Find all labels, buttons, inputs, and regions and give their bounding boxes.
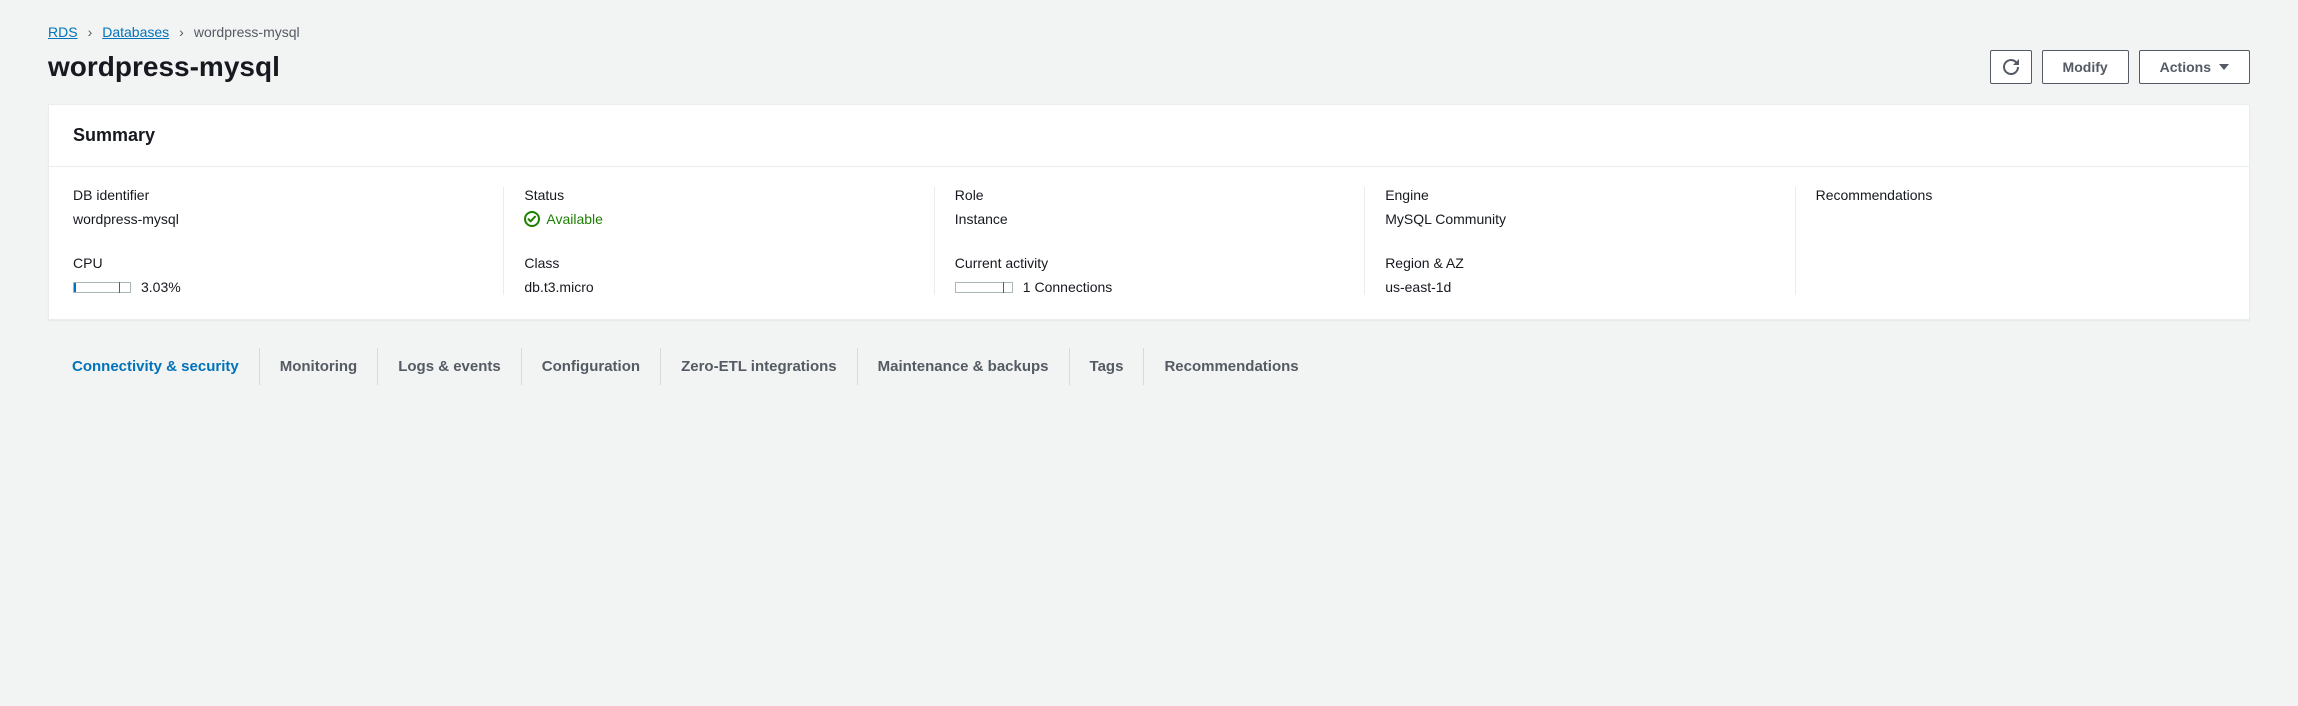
label-role: Role — [955, 187, 1344, 203]
status-badge: Available — [524, 211, 913, 227]
activity-warn-tick — [1003, 282, 1004, 293]
field-region-az: Region & AZ us-east-1d — [1385, 255, 1774, 295]
tab-tags[interactable]: Tags — [1070, 348, 1145, 385]
summary-col-identifier: DB identifier wordpress-mysql CPU 3.03% — [73, 187, 503, 295]
cpu-meter-row: 3.03% — [73, 279, 483, 295]
tab-recommendations[interactable]: Recommendations — [1144, 348, 1318, 385]
check-circle-icon — [524, 211, 540, 227]
field-role: Role Instance — [955, 187, 1344, 227]
actions-dropdown-button[interactable]: Actions — [2139, 50, 2250, 84]
summary-panel: Summary DB identifier wordpress-mysql CP… — [48, 104, 2250, 320]
cpu-meter-fill — [74, 283, 76, 292]
refresh-button[interactable] — [1990, 50, 2032, 84]
tab-maintenance-backups[interactable]: Maintenance & backups — [858, 348, 1070, 385]
cpu-warn-tick — [119, 282, 120, 293]
tab-connectivity-security[interactable]: Connectivity & security — [72, 348, 260, 385]
refresh-icon — [2003, 59, 2019, 75]
tab-configuration[interactable]: Configuration — [522, 348, 661, 385]
label-status: Status — [524, 187, 913, 203]
field-class: Class db.t3.micro — [524, 255, 913, 295]
field-recommendations: Recommendations — [1816, 187, 2205, 203]
label-region-az: Region & AZ — [1385, 255, 1774, 271]
modify-button[interactable]: Modify — [2042, 50, 2129, 84]
value-db-identifier: wordpress-mysql — [73, 211, 483, 227]
value-cpu: 3.03% — [141, 279, 181, 295]
field-engine: Engine MySQL Community — [1385, 187, 1774, 227]
summary-col-recommendations: Recommendations — [1795, 187, 2225, 295]
caret-down-icon — [2219, 64, 2229, 70]
value-role: Instance — [955, 211, 1344, 227]
value-current-activity: 1 Connections — [1023, 279, 1113, 295]
value-class: db.t3.micro — [524, 279, 913, 295]
label-recommendations: Recommendations — [1816, 187, 2205, 203]
tab-monitoring[interactable]: Monitoring — [260, 348, 378, 385]
label-class: Class — [524, 255, 913, 271]
summary-heading: Summary — [73, 125, 2225, 146]
field-status: Status Available — [524, 187, 913, 227]
tab-zero-etl[interactable]: Zero-ETL integrations — [661, 348, 858, 385]
breadcrumb-parent-link[interactable]: Databases — [102, 24, 169, 40]
summary-col-status: Status Available Class db.t3.micro — [503, 187, 933, 295]
summary-grid: DB identifier wordpress-mysql CPU 3.03% … — [49, 167, 2249, 319]
tab-logs-events[interactable]: Logs & events — [378, 348, 522, 385]
tabs: Connectivity & security Monitoring Logs … — [48, 348, 2250, 385]
page-header: wordpress-mysql Modify Actions — [48, 50, 2250, 84]
label-engine: Engine — [1385, 187, 1774, 203]
summary-panel-header: Summary — [49, 105, 2249, 167]
activity-meter — [955, 282, 1013, 293]
activity-meter-row: 1 Connections — [955, 279, 1344, 295]
breadcrumb: RDS › Databases › wordpress-mysql — [48, 24, 2250, 40]
chevron-right-icon: › — [88, 24, 93, 40]
field-db-identifier: DB identifier wordpress-mysql — [73, 187, 483, 227]
field-current-activity: Current activity 1 Connections — [955, 255, 1344, 295]
actions-label: Actions — [2160, 59, 2211, 75]
label-cpu: CPU — [73, 255, 483, 271]
label-db-identifier: DB identifier — [73, 187, 483, 203]
page-title: wordpress-mysql — [48, 51, 280, 83]
field-cpu: CPU 3.03% — [73, 255, 483, 295]
cpu-meter — [73, 282, 131, 293]
value-status: Available — [546, 211, 603, 227]
summary-col-role: Role Instance Current activity 1 Connect… — [934, 187, 1364, 295]
value-region-az: us-east-1d — [1385, 279, 1774, 295]
breadcrumb-current: wordpress-mysql — [194, 24, 300, 40]
header-actions: Modify Actions — [1990, 50, 2250, 84]
label-current-activity: Current activity — [955, 255, 1344, 271]
breadcrumb-root-link[interactable]: RDS — [48, 24, 78, 40]
chevron-right-icon: › — [179, 24, 184, 40]
value-engine: MySQL Community — [1385, 211, 1774, 227]
summary-col-engine: Engine MySQL Community Region & AZ us-ea… — [1364, 187, 1794, 295]
